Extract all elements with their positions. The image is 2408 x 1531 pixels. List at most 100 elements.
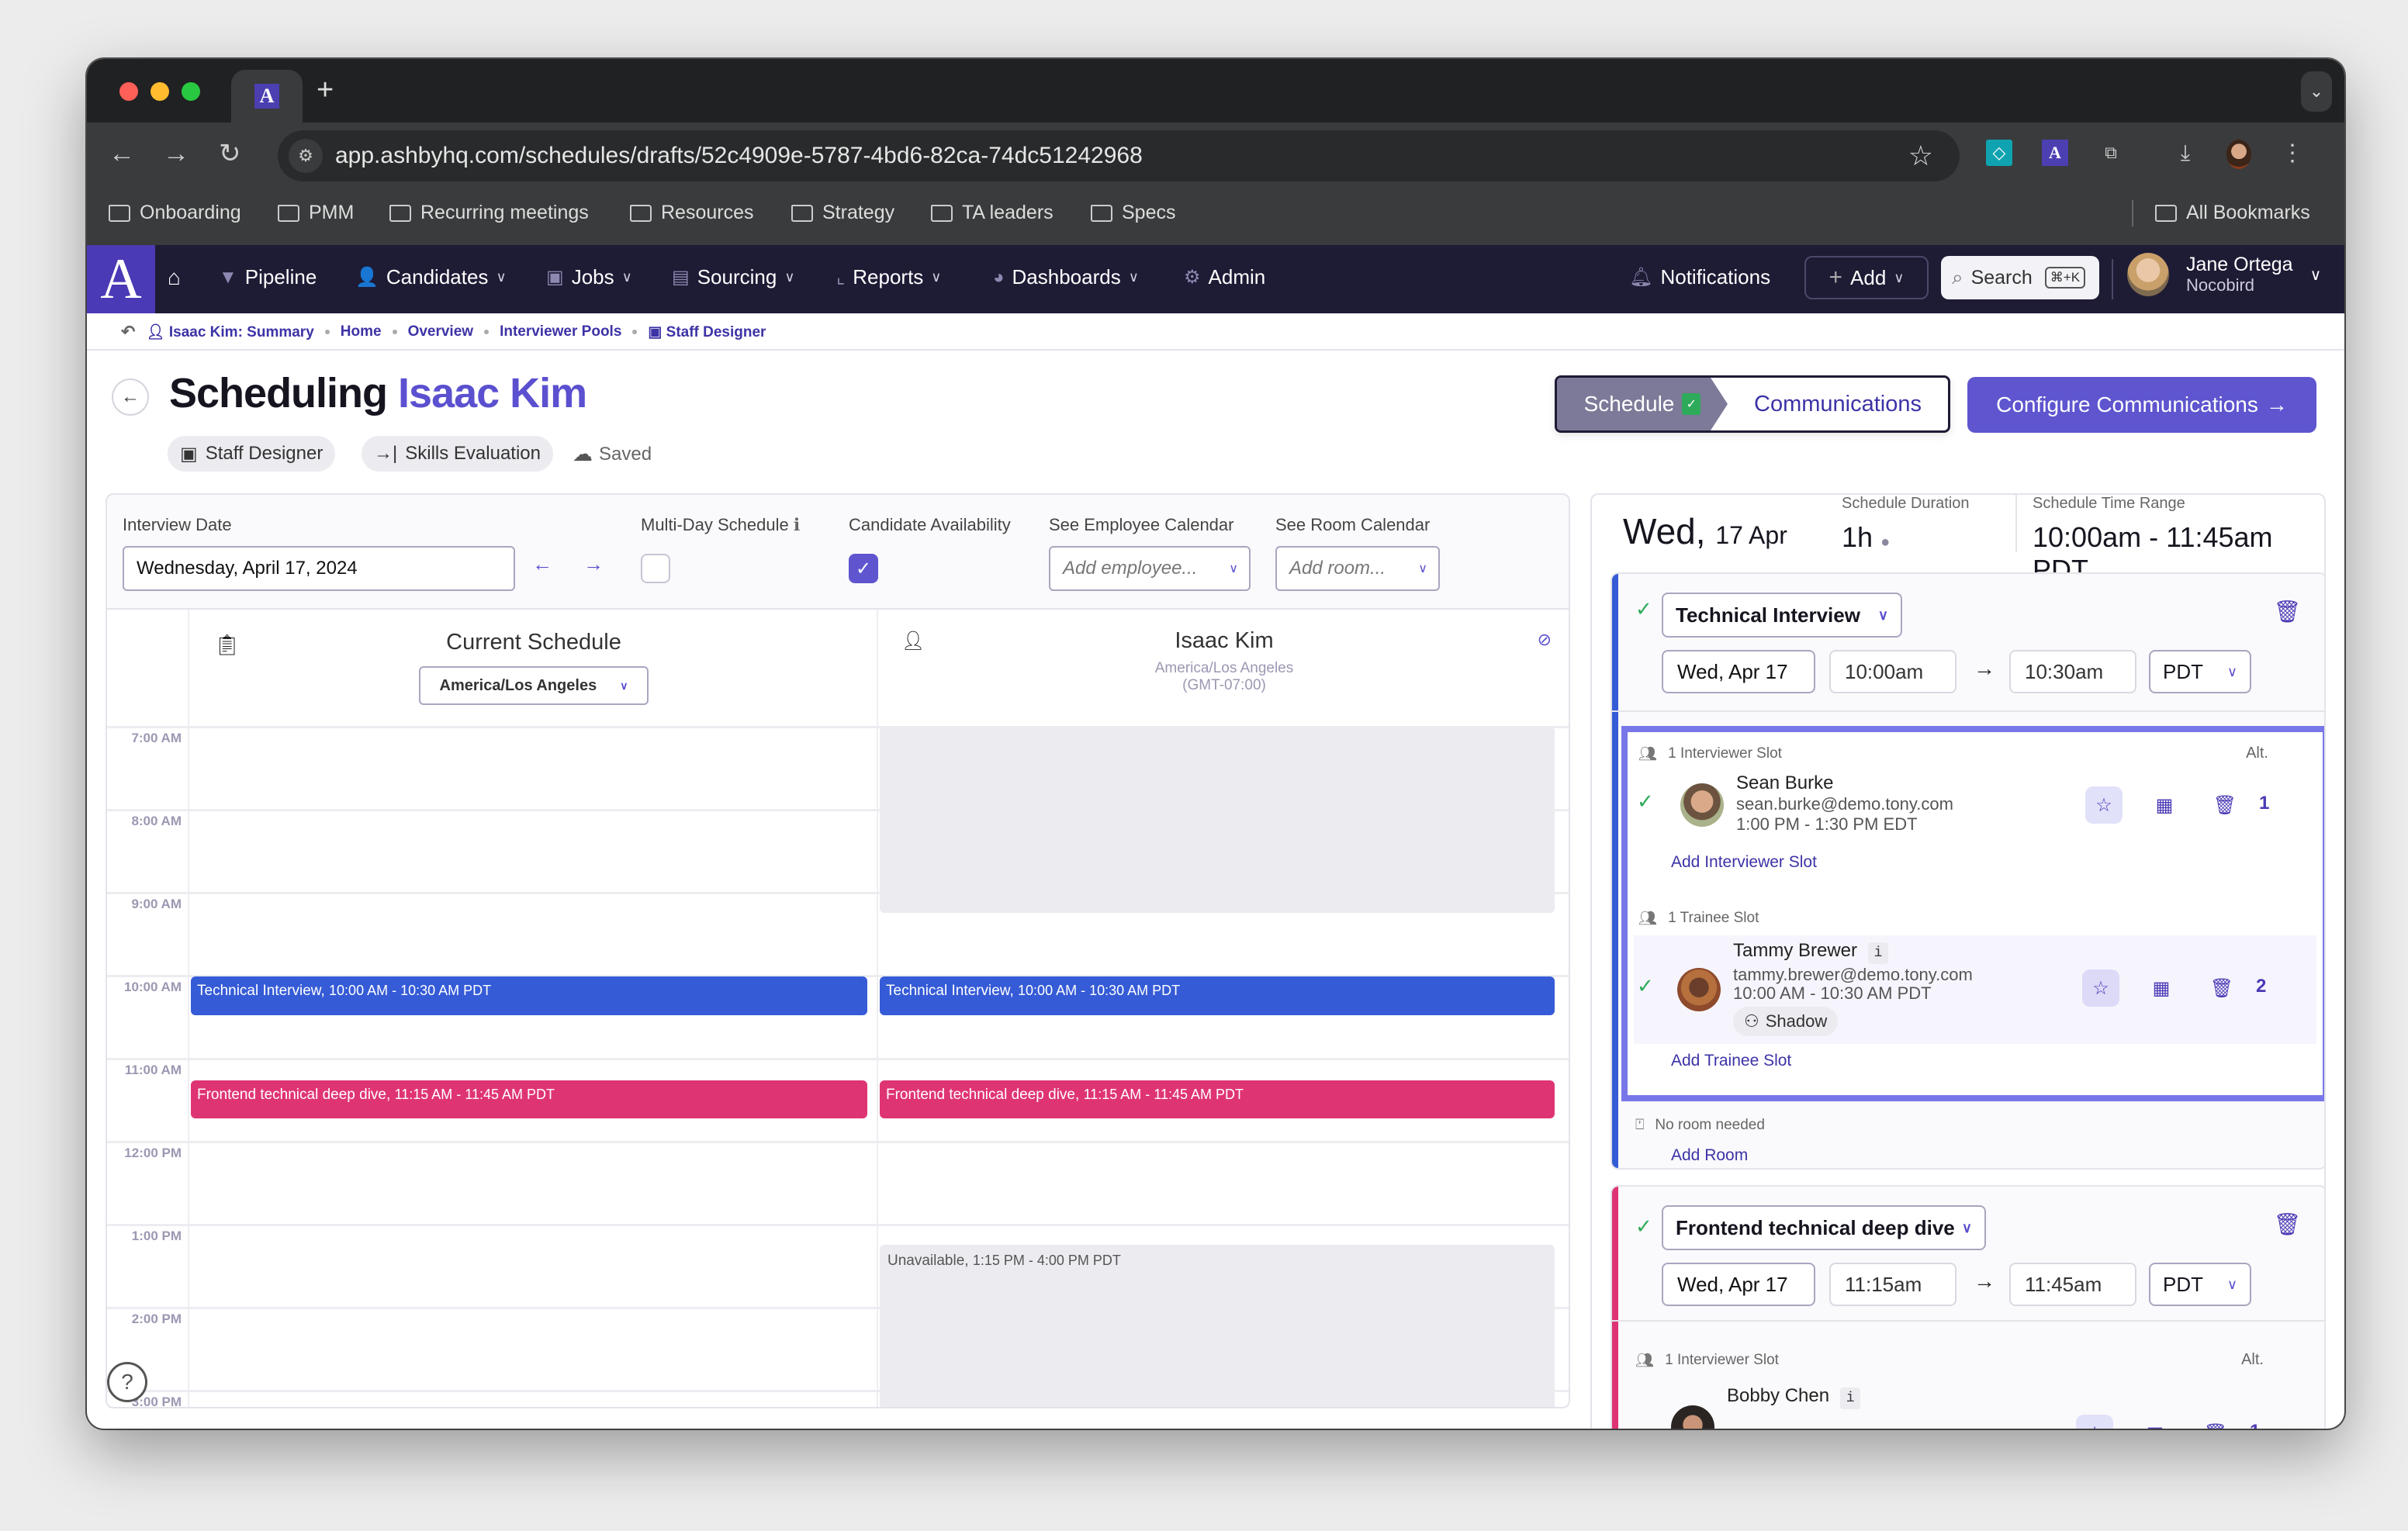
trash-icon[interactable]: 🗑︎ (2203, 969, 2240, 1007)
end-time-field[interactable]: 11:45am (2009, 1263, 2136, 1306)
add-interviewer-slot-link[interactable]: Add Interviewer Slot (1671, 853, 1817, 872)
breadcrumb-candidate[interactable]: 👤︎ Isaac Kim: Summary (146, 323, 313, 341)
bookmark-folder[interactable]: Specs (1091, 202, 1175, 224)
browser-menu-icon[interactable]: ⋮ (2279, 140, 2306, 166)
separator (484, 330, 490, 334)
address-bar[interactable]: ⚙ app.ashbyhq.com/schedules/drafts/52c49… (278, 130, 1960, 181)
candidate-name-link[interactable]: Isaac Kim (398, 370, 587, 416)
back-button[interactable]: ← (112, 378, 149, 416)
timezone-select[interactable]: PDT ∨ (2149, 650, 2251, 693)
new-tab-button[interactable]: + (317, 73, 334, 107)
extension-diamond-icon[interactable]: ◇ (1986, 140, 2012, 166)
nav-admin[interactable]: ⚙ Admin (1184, 265, 1265, 289)
stage-chip[interactable]: →| Skills Evaluation (362, 436, 553, 472)
star-icon[interactable]: ☆ (2076, 1415, 2113, 1429)
start-time-field[interactable]: 10:00am (1829, 650, 1956, 693)
interview-date-input[interactable]: Wednesday, April 17, 2024 (123, 546, 515, 591)
calendar-event[interactable]: Technical Interview, 10:00 AM - 10:30 AM… (880, 976, 1555, 1015)
breadcrumb-overview[interactable]: Overview (408, 323, 474, 340)
step-schedule[interactable]: Schedule ✓ (1557, 378, 1728, 430)
browser-tab[interactable]: A (231, 70, 303, 123)
ashby-logo[interactable]: A (87, 245, 155, 313)
help-button[interactable]: ? (107, 1362, 147, 1402)
history-icon[interactable]: ↶ (121, 322, 135, 342)
timezone-select[interactable]: America/Los Angeles ∨ (419, 666, 649, 705)
bookmark-folder[interactable]: Resources (630, 202, 754, 224)
calendar-icon[interactable]: ▦ (2146, 786, 2183, 824)
end-time-field[interactable]: 10:30am (2009, 650, 2136, 693)
search-button[interactable]: ⌕ Search ⌘+K (1941, 256, 2099, 299)
add-button[interactable]: + Add ∨ (1804, 256, 1929, 299)
nav-pipeline[interactable]: ▼ Pipeline (219, 265, 317, 289)
breadcrumb-interviewer-pools[interactable]: Interviewer Pools (500, 323, 621, 340)
forward-arrow-icon[interactable]: → (163, 137, 189, 171)
close-window-button[interactable] (119, 82, 138, 101)
url-text[interactable]: app.ashbyhq.com/schedules/drafts/52c4909… (335, 141, 1143, 171)
info-icon[interactable]: ℹ (794, 515, 800, 534)
nav-sourcing[interactable]: ▤ Sourcing ∨ (672, 265, 795, 289)
multi-day-checkbox[interactable] (641, 554, 670, 583)
nav-jobs[interactable]: ▣ Jobs ∨ (546, 265, 632, 289)
eye-slash-icon[interactable]: ⊘ (1538, 630, 1552, 650)
bookmark-folder[interactable]: PMM (278, 202, 354, 224)
back-arrow-icon[interactable]: ← (109, 137, 135, 171)
bookmark-folder[interactable]: Strategy (791, 202, 894, 224)
calendar-event[interactable]: Frontend technical deep dive, 11:15 AM -… (880, 1080, 1555, 1119)
trash-icon[interactable]: 🗑︎ (2197, 1415, 2234, 1429)
interview-type-select[interactable]: Frontend technical deep dive ∨ (1662, 1205, 1986, 1250)
info-icon[interactable]: i (1840, 1388, 1861, 1409)
bookmark-folder[interactable]: Onboarding (109, 202, 241, 224)
calendar-event[interactable]: Technical Interview, 10:00 AM - 10:30 AM… (191, 976, 867, 1015)
bookmark-folder[interactable]: TA leaders (931, 202, 1054, 224)
timezone-select[interactable]: PDT ∨ (2149, 1263, 2251, 1306)
star-icon[interactable]: ☆ (2085, 786, 2123, 824)
add-trainee-slot-link[interactable]: Add Trainee Slot (1671, 1052, 1791, 1070)
start-time-field[interactable]: 11:15am (1829, 1263, 1956, 1306)
nav-reports[interactable]: ⌞ Reports ∨ (836, 265, 941, 289)
calendar-event[interactable]: Frontend technical deep dive, 11:15 AM -… (191, 1080, 867, 1119)
previous-day-arrow-icon[interactable]: ← (532, 552, 552, 576)
employee-select[interactable]: Add employee... ∨ (1049, 546, 1251, 591)
breadcrumb-job[interactable]: ▣ Staff Designer (648, 323, 766, 341)
minimize-window-button[interactable] (150, 82, 169, 101)
breadcrumb-home[interactable]: Home (341, 323, 382, 340)
trash-icon[interactable]: 🗑︎ (2273, 1211, 2301, 1237)
bookmark-label: Strategy (822, 202, 895, 223)
trash-icon[interactable]: 🗑︎ (2273, 599, 2301, 624)
star-icon[interactable]: ☆ (2082, 969, 2119, 1007)
interview-type-select[interactable]: Technical Interview ∨ (1662, 593, 1902, 638)
briefcase-icon: ▣ (546, 267, 564, 288)
job-chip[interactable]: ▣ Staff Designer (168, 436, 336, 472)
room-select[interactable]: Add room... ∨ (1275, 546, 1440, 591)
extensions-puzzle-icon[interactable]: ⧉ (2098, 140, 2124, 166)
all-bookmarks[interactable]: All Bookmarks (2155, 202, 2310, 224)
info-icon[interactable]: i (1868, 942, 1889, 964)
configure-communications-button[interactable]: Configure Communications → (1967, 377, 2316, 433)
maximize-window-button[interactable] (182, 82, 200, 101)
extension-ashby-icon[interactable]: A (2042, 140, 2068, 166)
step-label: Schedule (1583, 392, 1675, 416)
calendar-icon[interactable]: ▦ (2143, 969, 2180, 1007)
candidate-availability-checkbox[interactable]: ✓ (849, 554, 878, 583)
shadow-badge[interactable]: ⚇ Shadow (1733, 1007, 1839, 1036)
interview-date-field[interactable]: Wed, Apr 17 (1662, 650, 1815, 693)
site-settings-icon[interactable]: ⚙ (289, 139, 323, 173)
next-day-arrow-icon[interactable]: → (583, 552, 604, 576)
trash-icon[interactable]: 🗑︎ (2206, 786, 2244, 824)
nav-dashboards[interactable]: ◕ Dashboards ∨ (993, 265, 1139, 289)
user-menu[interactable]: Jane Ortega Nocobird ∨ (2127, 253, 2321, 296)
add-room-link[interactable]: Add Room (1671, 1146, 1748, 1165)
profile-avatar-icon[interactable] (2226, 140, 2251, 169)
reload-icon[interactable]: ↻ (219, 137, 241, 171)
download-icon[interactable]: ⤓ (2172, 140, 2199, 166)
home-icon[interactable]: ⌂ (168, 265, 181, 290)
nav-candidates[interactable]: 👤 Candidates ∨ (355, 265, 507, 289)
hour-label: 7:00 AM (131, 731, 182, 745)
bookmark-folder[interactable]: Recurring meetings (389, 202, 589, 224)
interview-date-field[interactable]: Wed, Apr 17 (1662, 1263, 1815, 1306)
calendar-icon[interactable]: ▦ (2136, 1415, 2174, 1429)
tab-search-chevron-icon[interactable]: ⌄ (2301, 71, 2332, 112)
step-communications[interactable]: Communications (1728, 378, 1948, 430)
bookmark-star-icon[interactable]: ☆ (1908, 140, 1933, 172)
notifications-button[interactable]: 🔔︎ Notifications (1629, 265, 1770, 289)
